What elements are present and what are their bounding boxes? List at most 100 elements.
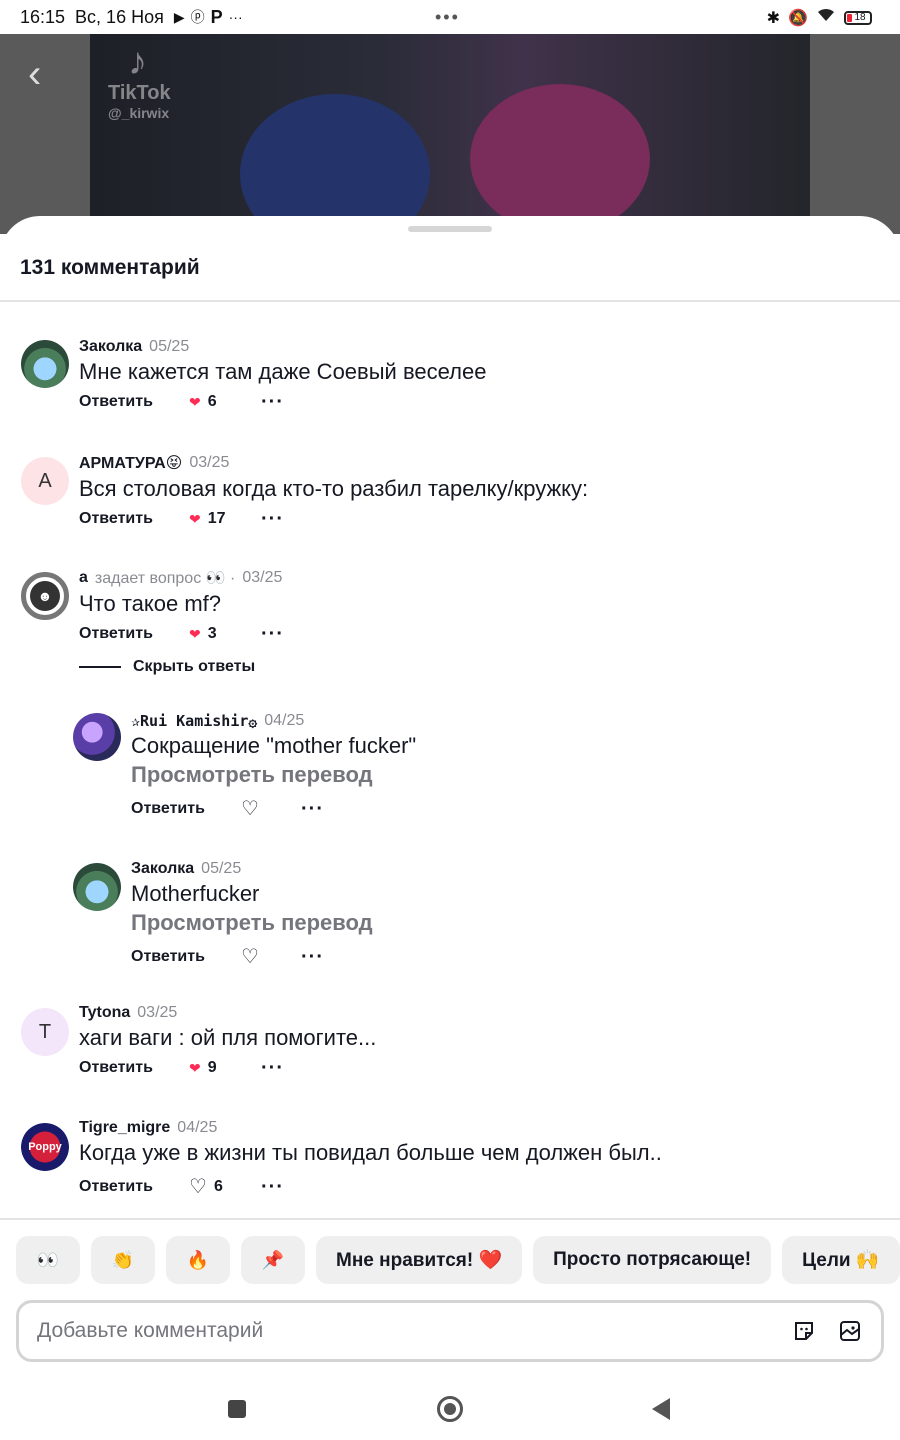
comment-username[interactable]: Заколка xyxy=(131,860,194,878)
avatar[interactable]: А xyxy=(21,457,69,505)
comment-text: Сокращение "mother fucker" xyxy=(131,733,417,758)
comment-date: 05/25 xyxy=(149,338,190,355)
avatar[interactable]: ☻ xyxy=(21,572,69,620)
avatar[interactable] xyxy=(73,863,121,911)
reaction-goals-chip[interactable]: Цели 🙌 xyxy=(782,1236,900,1284)
avatar-poppy-logo: Poppy xyxy=(28,1141,62,1153)
like-button[interactable]: ♡ xyxy=(241,944,301,969)
more-options-icon[interactable]: ··· xyxy=(261,392,284,412)
sticker-icon[interactable] xyxy=(791,1318,817,1344)
avatar[interactable]: T xyxy=(21,1008,69,1056)
more-options-icon[interactable]: ··· xyxy=(301,799,324,819)
reaction-like-chip[interactable]: Мне нравится! ❤️ xyxy=(316,1236,523,1284)
reaction-eyes-chip[interactable]: 👀 xyxy=(16,1236,80,1284)
comment-username[interactable]: Tytona xyxy=(79,1004,130,1022)
comment-username[interactable]: Tigre_migre xyxy=(79,1119,170,1137)
comment-text: Вся столовая когда кто-то разбил тарелку… xyxy=(79,476,589,501)
more-options-icon[interactable]: ··· xyxy=(261,509,284,529)
reaction-clap-chip[interactable]: 👏 xyxy=(91,1236,155,1284)
like-count: 6 xyxy=(207,393,217,410)
view-translation-link[interactable]: Просмотреть перевод xyxy=(131,910,373,936)
comment-text: Motherfucker xyxy=(131,881,260,906)
reply-button[interactable]: Ответить xyxy=(131,800,241,818)
view-translation-link[interactable]: Просмотреть перевод xyxy=(131,762,416,788)
comment-username[interactable]: а xyxy=(79,569,88,587)
status-date: Вс, 16 Ноя xyxy=(75,6,164,27)
hide-replies-label: Скрыть ответы xyxy=(133,658,256,675)
more-options-icon[interactable]: ··· xyxy=(261,1058,284,1078)
comment-date: 04/25 xyxy=(177,1119,218,1136)
like-button[interactable]: ❤ 6 xyxy=(189,393,261,411)
comment-username[interactable]: АРМАТУРА😝 xyxy=(79,453,182,473)
sheet-grabber[interactable] xyxy=(408,226,492,232)
heart-outline-icon: ♡ xyxy=(241,798,259,820)
reply-button[interactable]: Ответить xyxy=(79,1059,189,1077)
comment-text: Когда уже в жизни ты повидал больше чем … xyxy=(79,1140,662,1165)
home-icon[interactable] xyxy=(437,1396,463,1422)
heart-filled-icon: ❤ xyxy=(189,393,201,410)
tiktok-logo-text: TikTok xyxy=(108,82,171,104)
more-options-icon[interactable]: ··· xyxy=(301,947,324,967)
reaction-pin-chip[interactable]: 📌 xyxy=(241,1236,305,1284)
heart-outline-icon: ♡ xyxy=(189,1176,207,1198)
reaction-amazing-chip[interactable]: Просто потрясающе! xyxy=(533,1236,772,1284)
divider xyxy=(0,300,900,302)
like-count: 6 xyxy=(213,1177,223,1195)
pinterest-icon: ⓟ xyxy=(190,9,205,25)
back-triangle-icon[interactable] xyxy=(652,1398,670,1420)
comment-username[interactable]: ✰Rui Kamishir۞ xyxy=(131,712,257,730)
hide-replies-button[interactable]: Скрыть ответы xyxy=(79,658,255,676)
comment-input[interactable] xyxy=(37,1319,771,1343)
like-button[interactable]: ❤ 3 xyxy=(189,625,261,643)
comment-input-box[interactable] xyxy=(16,1300,884,1362)
video-frame[interactable]: ♪ TikTok @_kirwix xyxy=(90,34,810,216)
comment-date: 03/25 xyxy=(137,1004,178,1021)
comments-count-title: 131 комментарий xyxy=(20,256,200,279)
status-center-dots: ••• xyxy=(435,7,460,27)
comment-date: 03/25 xyxy=(189,454,230,471)
tiktok-note-icon: ♪ xyxy=(128,41,147,83)
like-button[interactable]: ♡ 6 xyxy=(189,1174,261,1199)
quick-reactions-bar: 👀 👏 🔥 📌 Мне нравится! ❤️ Просто потрясаю… xyxy=(16,1236,900,1284)
back-arrow-icon[interactable]: ‹ xyxy=(28,54,58,94)
status-time: 16:15 xyxy=(20,6,66,27)
more-options-icon[interactable]: ··· xyxy=(261,624,284,644)
recent-apps-icon[interactable] xyxy=(228,1400,246,1418)
reply-button[interactable]: Ответить xyxy=(79,393,189,411)
comment-text: хаги ваги : ой пля помогите... xyxy=(79,1025,377,1050)
avatar-letter: А xyxy=(38,469,52,492)
avatar[interactable] xyxy=(21,340,69,388)
wifi-icon xyxy=(816,7,836,28)
status-more-icon: ··· xyxy=(228,9,243,25)
video-handle: @_kirwix xyxy=(108,105,170,121)
avatar[interactable] xyxy=(73,713,121,761)
reply-button[interactable]: Ответить xyxy=(79,625,189,643)
system-navigation-bar xyxy=(0,1384,900,1440)
heart-filled-icon: ❤ xyxy=(189,510,201,527)
more-options-icon[interactable]: ··· xyxy=(261,1177,284,1197)
like-button[interactable]: ❤ 17 xyxy=(189,510,261,528)
hide-replies-line xyxy=(79,666,121,668)
reply-button[interactable]: Ответить xyxy=(131,948,241,966)
video-character-pink xyxy=(470,84,650,216)
reply-button[interactable]: Ответить xyxy=(79,510,189,528)
heart-outline-icon: ♡ xyxy=(241,946,259,968)
comments-sheet: 131 комментарий Заколка 05/25 Мне кажетс… xyxy=(0,216,900,1440)
avatar-letter: T xyxy=(38,1020,52,1043)
video-area[interactable]: ‹ ♪ TikTok @_kirwix xyxy=(0,34,900,234)
heart-filled-icon: ❤ xyxy=(189,1059,201,1076)
status-bar: 16:15 Вс, 16 Ноя ▶ ⓟ P ··· ••• ✱ 🔕 18 xyxy=(0,0,900,34)
comment-username[interactable]: Заколка xyxy=(79,338,142,356)
like-button[interactable]: ♡ xyxy=(241,796,301,821)
battery-level: 18 xyxy=(854,12,866,23)
image-gallery-icon[interactable] xyxy=(837,1318,863,1344)
avatar[interactable]: Poppy xyxy=(21,1123,69,1171)
like-button[interactable]: ❤ 9 xyxy=(189,1059,261,1077)
reaction-fire-chip[interactable]: 🔥 xyxy=(166,1236,230,1284)
comment-date: 04/25 xyxy=(264,712,305,729)
reply-button[interactable]: Ответить xyxy=(79,1178,189,1196)
comment-text: Мне кажется там даже Соевый веселее xyxy=(79,359,487,384)
comment-date: 03/25 xyxy=(242,569,283,586)
like-count: 17 xyxy=(207,510,226,527)
bluetooth-icon: ✱ xyxy=(766,9,781,27)
